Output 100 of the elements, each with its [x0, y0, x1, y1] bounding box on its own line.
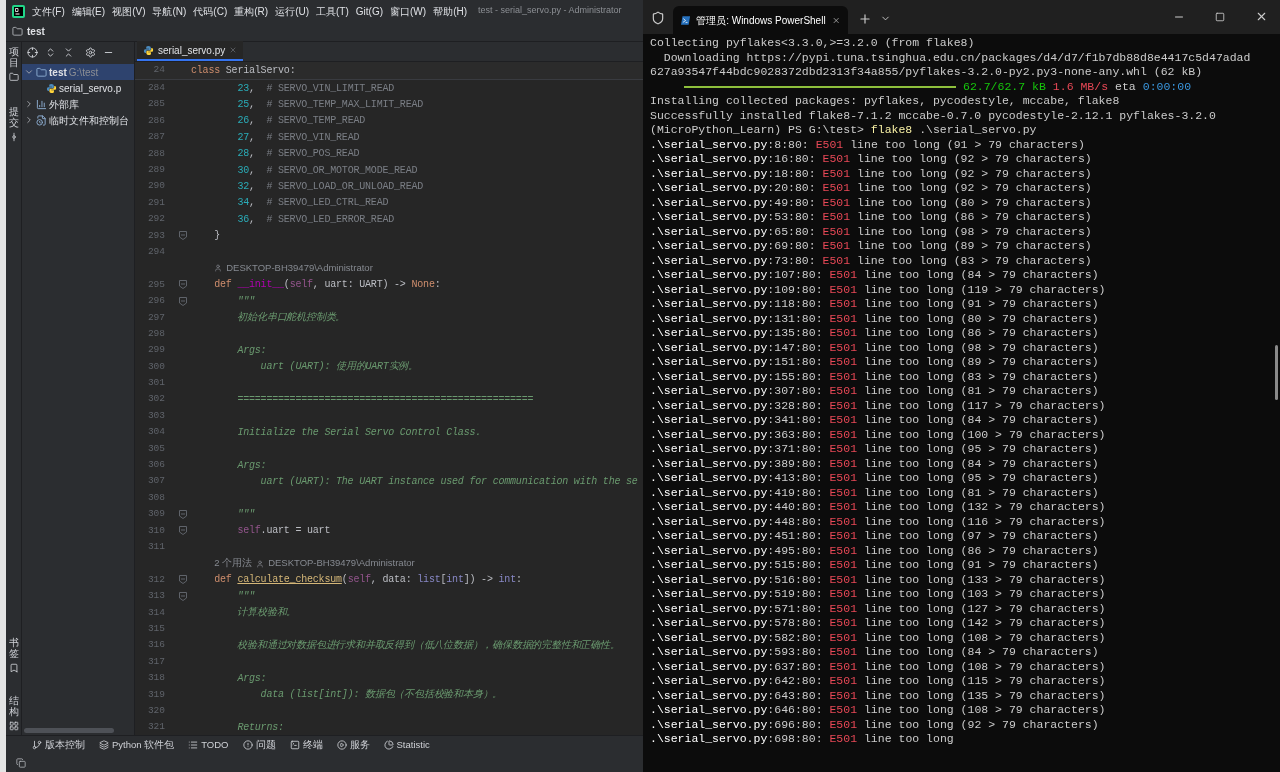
menu-item[interactable]: 运行(U)	[275, 3, 310, 19]
chevron-down-icon[interactable]	[24, 67, 34, 77]
shield-icon[interactable]	[651, 11, 665, 25]
tool-window-button[interactable]: 版本控制	[32, 737, 85, 753]
folder-icon[interactable]	[8, 72, 19, 82]
code-line: 34, # SERVO_LED_CTRL_READ	[236, 196, 389, 211]
alert-icon	[242, 740, 253, 750]
lint-result-line: .\serial_servo.py:328:80: E501 line too long (117 > 79 characters)	[650, 398, 1107, 413]
tool-window-button[interactable]: Statistic	[383, 737, 430, 753]
bookmarks-tool-tab[interactable]: 书签	[8, 637, 19, 659]
lint-result-line: .\serial_servo.py:582:80: E501 line too long (108 > 79 characters)	[650, 630, 1107, 645]
breadcrumb-item[interactable]: test	[27, 24, 45, 39]
line-number: 321	[146, 720, 165, 735]
editor-tab[interactable]: serial_servo.py	[137, 41, 244, 61]
code-line: 36, # SERVO_LED_ERROR_READ	[236, 212, 395, 227]
commit-tool-tab[interactable]: 提交	[8, 106, 19, 128]
menu-item[interactable]: 帮助(H)	[433, 3, 468, 19]
bars-icon	[36, 98, 47, 110]
menu-item[interactable]: 文件(F)	[32, 3, 65, 19]
menu-item[interactable]: Git(G)	[355, 3, 384, 19]
lint-result-line: .\serial_servo.py:118:80: E501 line too long (91 > 79 characters)	[650, 297, 1100, 312]
lint-result-line: .\serial_servo.py:440:80: E501 line too long (132 > 79 characters)	[650, 500, 1107, 515]
line-number: 304	[146, 425, 165, 440]
terminal-tab[interactable]: 管理员: Windows PowerShell	[673, 6, 848, 34]
menu-item[interactable]: 代码(C)	[193, 3, 228, 19]
line-number: 302	[146, 392, 165, 407]
lint-result-line: .\serial_servo.py:107:80: E501 line too long (84 > 79 characters)	[650, 268, 1100, 283]
code-line: data (list[int]): 数据包（不包括校验和本身）。	[259, 688, 503, 703]
code-line: 23, # SERVO_VIN_LIMIT_READ	[236, 81, 395, 96]
line-number: 310	[146, 523, 165, 538]
bookmark-icon[interactable]	[8, 663, 19, 673]
settings-icon[interactable]	[85, 46, 96, 58]
scrollbar-thumb[interactable]	[1275, 345, 1278, 400]
folder-icon	[12, 26, 23, 37]
tree-item[interactable]: test G:\test	[22, 64, 134, 80]
fold-marker-icon[interactable]	[179, 280, 187, 290]
tree-item[interactable]: 临时文件和控制台	[22, 112, 134, 128]
fold-marker-icon[interactable]	[179, 509, 187, 519]
locate-icon[interactable]	[27, 46, 38, 58]
tool-window-button[interactable]: 服务	[336, 737, 370, 753]
code-line: 计算校验和。	[236, 605, 297, 621]
lint-result-line: .\serial_servo.py:419:80: E501 line too long (81 > 79 characters)	[650, 485, 1100, 500]
tree-item[interactable]: serial_servo.p	[22, 80, 134, 96]
close-icon[interactable]	[1255, 10, 1268, 23]
code-line: uart (UART): The UART instance used for communication with the se	[259, 475, 638, 490]
tool-window-button[interactable]: Python 软件包	[99, 737, 175, 753]
structure-tool-tab[interactable]: 结构	[8, 695, 19, 717]
lint-result-line: .\serial_servo.py:413:80: E501 line too long (95 > 79 characters)	[650, 471, 1100, 486]
lint-result-line: .\serial_servo.py:593:80: E501 line too long (84 > 79 characters)	[650, 645, 1100, 660]
line-number: 319	[146, 687, 165, 702]
menu-item[interactable]: 重构(R)	[234, 3, 269, 19]
line-number: 295	[146, 277, 165, 292]
line-number: 291	[146, 195, 165, 210]
line-number: 320	[146, 703, 165, 718]
menu-item[interactable]: 窗口(W)	[390, 3, 427, 19]
menu-item[interactable]: 导航(N)	[152, 3, 187, 19]
pie-chart-icon	[383, 740, 394, 750]
app-logo-icon[interactable]	[12, 4, 25, 18]
lint-result-line: .\serial_servo.py:155:80: E501 line too long (83 > 79 characters)	[650, 369, 1100, 384]
fold-marker-icon[interactable]	[179, 526, 187, 536]
code-line: Args:	[236, 458, 267, 473]
line-number: 309	[146, 507, 165, 522]
scrollbar-thumb[interactable]	[24, 728, 114, 733]
maximize-icon[interactable]	[1215, 12, 1225, 22]
lint-result-line: .\serial_servo.py:448:80: E501 line too long (116 > 79 characters)	[650, 514, 1107, 529]
tree-item[interactable]: 外部库	[22, 96, 134, 112]
tree-item-label: 外部库	[49, 97, 79, 112]
tool-window-button[interactable]: 终端	[289, 737, 323, 753]
line-number: 285	[146, 97, 165, 112]
play-icon	[336, 740, 347, 750]
code-line: 30, # SERVO_OR_MOTOR_MODE_READ	[236, 163, 418, 178]
line-number: 290	[146, 179, 165, 194]
collapse-all-icon[interactable]	[63, 46, 74, 58]
tool-window-button[interactable]: 问题	[242, 737, 276, 753]
code-author-hint[interactable]: 2 个用法 DESKTOP-BH39479\Administrator	[191, 556, 415, 571]
fold-marker-icon[interactable]	[179, 296, 187, 306]
lint-result-line: .\serial_servo.py:363:80: E501 line too long (100 > 79 characters)	[650, 427, 1107, 442]
menu-item[interactable]: 视图(V)	[112, 3, 146, 19]
new-tab-icon[interactable]	[858, 12, 872, 26]
structure-icon[interactable]	[8, 721, 19, 731]
expand-all-icon[interactable]	[45, 46, 56, 58]
project-tool-tab[interactable]: 项目	[8, 46, 19, 68]
fold-marker-icon[interactable]	[179, 591, 187, 601]
author-hint: DESKTOP-BH39479\Administrator	[268, 556, 415, 571]
code-line: 26, # SERVO_TEMP_READ	[236, 114, 366, 129]
code-author-hint[interactable]: DESKTOP-BH39479\Administrator	[191, 261, 373, 276]
usages-hint[interactable]: 2 个用法	[214, 556, 253, 571]
lint-result-line: .\serial_servo.py:637:80: E501 line too long (108 > 79 characters)	[650, 659, 1107, 674]
fold-marker-icon[interactable]	[179, 575, 187, 585]
tool-window-button[interactable]: TODO	[188, 737, 229, 753]
lint-result-line: .\serial_servo.py:151:80: E501 line too long (89 > 79 characters)	[650, 355, 1100, 370]
menu-item[interactable]: 编辑(E)	[71, 3, 106, 19]
branch-icon	[32, 740, 42, 750]
tree-item-path: G:\test	[68, 65, 99, 80]
code-line: self.uart = uart	[236, 524, 331, 539]
lint-result-line: .\serial_servo.py:698:80: E501 line too long	[650, 732, 955, 747]
menu-item[interactable]: 工具(T)	[316, 3, 349, 19]
fold-marker-icon[interactable]	[179, 231, 187, 241]
list-icon	[188, 740, 199, 750]
lint-result-line: .\serial_servo.py:49:80: E501 line too long (80 > 79 characters)	[650, 195, 1093, 210]
